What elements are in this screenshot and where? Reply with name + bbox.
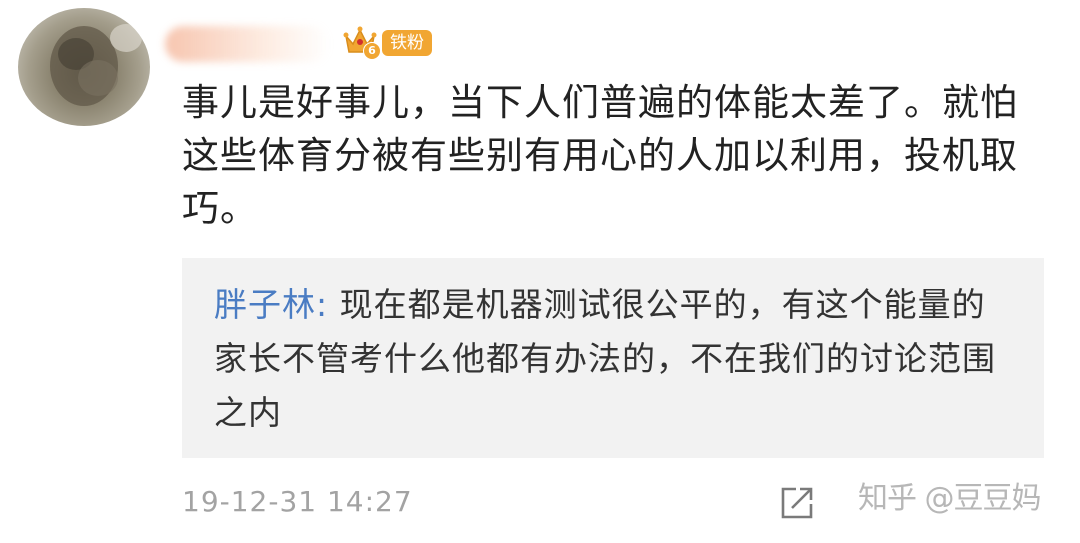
reply-text-block: 胖子林: 现在都是机器测试很公平的，有这个能量的家长不管考什么他都有办法的，不在… [214,278,1014,440]
reply-content: 现在都是机器测试很公平的，有这个能量的家长不管考什么他都有办法的，不在我们的讨论… [214,285,996,432]
avatar-photo-icon [50,24,142,106]
timestamp: 19-12-31 14:27 [182,485,413,518]
reply-author[interactable]: 胖子林: [214,285,328,324]
crown-icon: 6 [343,26,381,60]
comment-text: 事儿是好事儿，当下人们普遍的体能太差了。就怕这些体育分被有些别有用心的人加以利用… [182,81,1018,230]
badge-label: 铁粉 [382,30,432,56]
badge-level: 6 [363,42,381,60]
quoted-reply[interactable]: 胖子林: 现在都是机器测试很公平的，有这个能量的家长不管考什么他都有办法的，不在… [182,258,1044,458]
fan-badge: 6 铁粉 [343,26,432,60]
username-obscured [165,26,330,62]
share-icon[interactable] [778,484,816,522]
user-avatar[interactable] [18,8,150,126]
comment-card: 6 铁粉 事儿是好事儿，当下人们普遍的体能太差了。就怕这些体育分被有些别有用心的… [0,0,1080,543]
zhihu-watermark: 知乎 @豆豆妈 [858,481,1042,516]
